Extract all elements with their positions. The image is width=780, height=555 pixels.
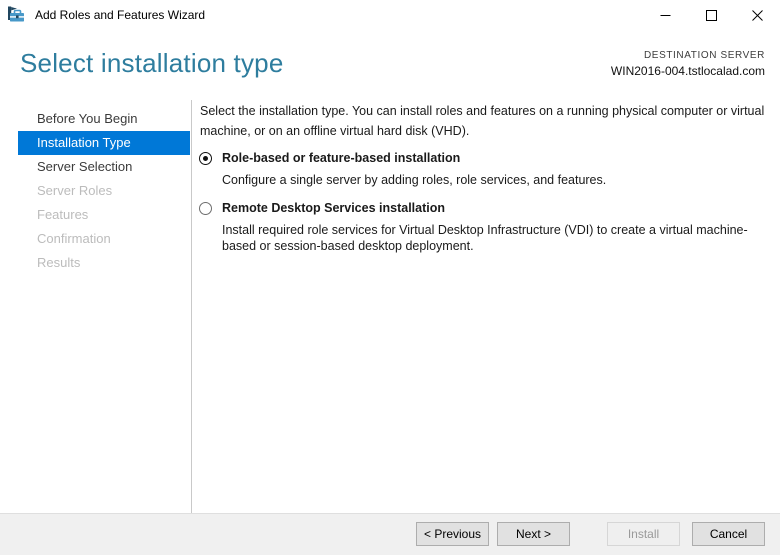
- cancel-button[interactable]: Cancel: [692, 522, 765, 546]
- wizard-steps-nav: Before You Begin Installation Type Serve…: [0, 107, 190, 275]
- close-button[interactable]: [734, 0, 780, 30]
- destination-server-label: DESTINATION SERVER: [611, 50, 765, 61]
- remote-desktop-description: Install required role services for Virtu…: [222, 222, 774, 254]
- radio-role-based-installation[interactable]: [199, 152, 212, 165]
- nav-item-before-you-begin[interactable]: Before You Begin: [0, 107, 190, 131]
- destination-server-block: DESTINATION SERVER WIN2016-004.tstlocala…: [611, 50, 765, 78]
- window-controls: [642, 0, 780, 30]
- next-button[interactable]: Next >: [497, 522, 570, 546]
- radio-remote-desktop-label[interactable]: Remote Desktop Services installation: [222, 201, 445, 215]
- install-button[interactable]: Install: [607, 522, 680, 546]
- radio-selected-dot: [203, 156, 208, 161]
- previous-button[interactable]: < Previous: [416, 522, 489, 546]
- minimize-button[interactable]: [642, 0, 688, 30]
- minimize-icon: [660, 10, 671, 21]
- installation-type-intro: Select the installation type. You can in…: [200, 101, 768, 141]
- window-title: Add Roles and Features Wizard: [35, 0, 205, 30]
- close-icon: [752, 10, 763, 21]
- radio-remote-desktop-installation[interactable]: [199, 202, 212, 215]
- page-title: Select installation type: [20, 48, 284, 79]
- server-manager-toolbox-icon: [7, 6, 25, 24]
- nav-item-results: Results: [0, 251, 190, 275]
- maximize-icon: [706, 10, 717, 21]
- nav-item-server-roles: Server Roles: [0, 179, 190, 203]
- nav-item-server-selection[interactable]: Server Selection: [0, 155, 190, 179]
- role-based-description: Configure a single server by adding role…: [222, 172, 774, 188]
- maximize-button[interactable]: [688, 0, 734, 30]
- nav-item-features: Features: [0, 203, 190, 227]
- add-roles-features-wizard-window: Add Roles and Features Wizard Select ins…: [0, 0, 780, 555]
- nav-item-installation-type[interactable]: Installation Type: [18, 131, 190, 155]
- radio-role-based-label[interactable]: Role-based or feature-based installation: [222, 151, 460, 165]
- nav-content-divider: [191, 100, 192, 513]
- nav-item-confirmation: Confirmation: [0, 227, 190, 251]
- destination-server-name: WIN2016-004.tstlocalad.com: [611, 64, 765, 78]
- titlebar: Add Roles and Features Wizard: [0, 0, 780, 30]
